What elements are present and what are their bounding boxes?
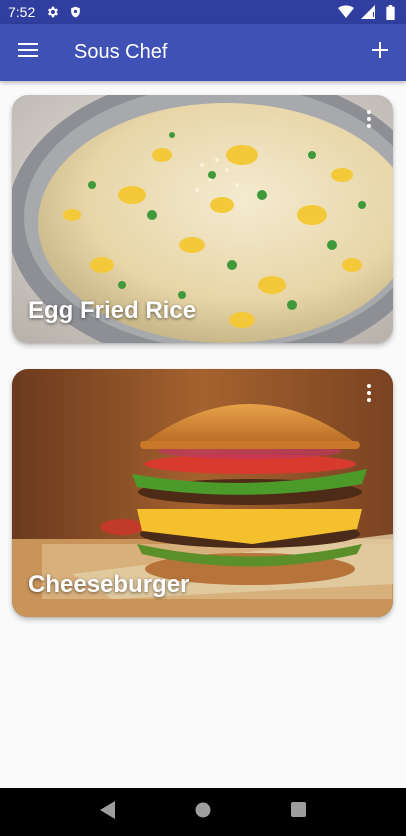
more-vert-icon-dot [367,398,371,402]
more-vert-icon-dot [367,391,371,395]
battery-icon [382,4,398,20]
status-right [338,4,398,20]
more-vert-icon-dot [367,110,371,114]
wifi-icon [338,4,354,20]
recents-button[interactable] [278,792,318,832]
signal-icon [360,4,376,20]
back-icon [99,800,116,824]
more-vert-icon-dot [367,117,371,121]
status-time: 7:52 [8,4,36,20]
hamburger-menu-icon [18,42,38,63]
navigation-menu-button[interactable] [0,24,56,81]
add-recipe-button[interactable] [354,24,406,81]
status-bar: 7:52 [0,0,406,24]
shield-icon [67,4,83,20]
recipe-title: Cheeseburger [28,571,190,598]
system-nav-bar [0,788,406,836]
recents-icon [290,802,306,822]
settings-icon [45,4,61,20]
recipe-card[interactable]: Cheeseburger [12,369,393,617]
recipe-options-button[interactable] [357,379,381,407]
more-vert-icon-dot [367,384,371,388]
recipe-card[interactable]: Egg Fried Rice [12,95,393,343]
phone-screen: 7:52 Sous Chef Egg Fried Rice Cheeseburg… [0,0,406,836]
add-icon [372,42,388,63]
home-icon [195,802,211,823]
status-left: 7:52 [8,4,83,20]
app-bar: Sous Chef [0,24,406,81]
recipe-list: Egg Fried Rice Cheeseburger [0,81,406,788]
back-button[interactable] [88,792,128,832]
home-button[interactable] [183,792,223,832]
recipe-options-button[interactable] [357,105,381,133]
recipe-title: Egg Fried Rice [28,297,197,324]
more-vert-icon-dot [367,124,371,128]
app-title: Sous Chef [74,41,168,63]
